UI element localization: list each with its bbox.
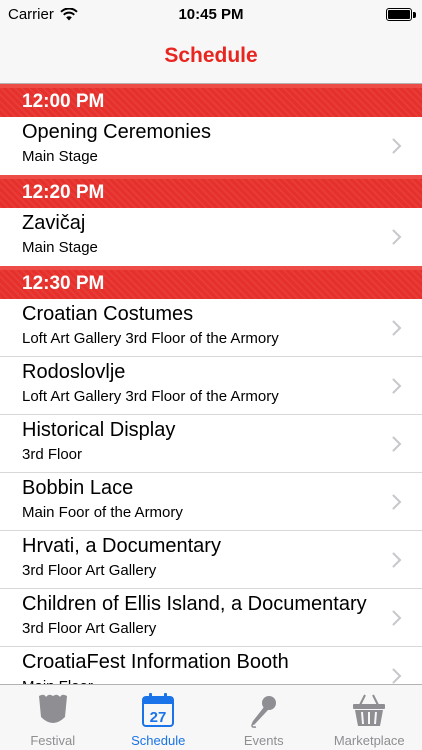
navigation-bar: Schedule bbox=[0, 30, 422, 84]
event-location: 3rd Floor bbox=[22, 446, 83, 463]
event-title: CroatiaFest Information Booth bbox=[22, 651, 289, 673]
schedule-row[interactable]: Croatian Costumes Loft Art Gallery 3rd Fl… bbox=[0, 299, 422, 357]
calendar-day: 27 bbox=[150, 709, 167, 726]
schedule-row[interactable]: Hrvati, a Documentary 3rd Floor Art Galle… bbox=[0, 531, 422, 589]
chevron-right-icon bbox=[392, 229, 402, 245]
event-title: Croatian Costumes bbox=[22, 303, 194, 325]
tab-festival[interactable]: Festival bbox=[0, 685, 106, 750]
chevron-right-icon bbox=[392, 610, 402, 626]
chevron-right-icon bbox=[392, 494, 402, 510]
schedule-row[interactable]: Children of Ellis Island, a Documentary 3… bbox=[0, 589, 422, 647]
chevron-right-icon bbox=[392, 378, 402, 394]
schedule-row[interactable]: Bobbin Lace Main Foor of the Armory bbox=[0, 473, 422, 531]
event-title: Rodoslovlje bbox=[22, 361, 126, 383]
event-location: Main Foor of the Armory bbox=[22, 504, 183, 521]
basket-icon bbox=[351, 691, 387, 729]
status-bar: Carrier 10:45 PM bbox=[0, 0, 422, 30]
battery-tip bbox=[413, 12, 416, 18]
calendar-icon: 27 bbox=[140, 691, 176, 729]
event-title: Hrvati, a Documentary bbox=[22, 535, 221, 557]
chevron-right-icon bbox=[392, 436, 402, 452]
tab-label: Marketplace bbox=[333, 733, 405, 748]
event-location: Loft Art Gallery 3rd Floor of the Armory bbox=[22, 330, 279, 347]
event-location: 3rd Floor Art Gallery bbox=[22, 620, 157, 637]
schedule-row[interactable]: Historical Display 3rd Floor bbox=[0, 415, 422, 473]
schedule-row[interactable]: Opening Ceremonies Main Stage bbox=[0, 117, 422, 175]
tab-label: Events bbox=[243, 733, 284, 748]
chevron-right-icon bbox=[392, 138, 402, 154]
shield-icon bbox=[35, 691, 71, 729]
tab-bar: Festival 27 Schedule Events Marketplace bbox=[0, 684, 422, 750]
chevron-right-icon bbox=[392, 668, 402, 684]
schedule-row[interactable]: CroatiaFest Information BoothMain Floor bbox=[0, 647, 422, 684]
event-location: Loft Art Gallery 3rd Floor of the Armory bbox=[22, 388, 279, 405]
event-location: 3rd Floor Art Gallery bbox=[22, 562, 157, 579]
tab-schedule[interactable]: 27 Schedule bbox=[106, 685, 212, 750]
microphone-icon bbox=[246, 691, 282, 729]
schedule-list[interactable]: 12:00 PM Opening Ceremonies Main Stage 12:2… bbox=[0, 84, 422, 684]
tab-label: Festival bbox=[30, 733, 76, 748]
event-location: Main Stage bbox=[22, 148, 98, 165]
section-header: 12:30 PM bbox=[0, 266, 422, 299]
event-title: Bobbin Lace bbox=[22, 477, 134, 499]
event-title: Opening Ceremonies bbox=[22, 121, 211, 143]
event-location: Main Stage bbox=[22, 239, 98, 256]
tab-marketplace[interactable]: Marketplace bbox=[317, 685, 422, 750]
status-time: 10:45 PM bbox=[178, 6, 244, 23]
section-header: 12:00 PM bbox=[0, 84, 422, 117]
section-header: 12:20 PM bbox=[0, 175, 422, 208]
chevron-right-icon bbox=[392, 320, 402, 336]
schedule-row[interactable]: Zavičaj Main Stage bbox=[0, 208, 422, 266]
battery-icon bbox=[386, 8, 412, 21]
tab-events[interactable]: Events bbox=[211, 685, 317, 750]
event-title: Zavičaj bbox=[22, 212, 86, 234]
chevron-right-icon bbox=[392, 552, 402, 568]
page-title: Schedule bbox=[164, 44, 258, 67]
event-title: Children of Ellis Island, a Documentary bbox=[22, 593, 367, 615]
event-title: Historical Display bbox=[22, 419, 176, 441]
tab-label: Schedule bbox=[131, 733, 186, 748]
schedule-row[interactable]: Rodoslovlje Loft Art Gallery 3rd Floor of… bbox=[0, 357, 422, 415]
